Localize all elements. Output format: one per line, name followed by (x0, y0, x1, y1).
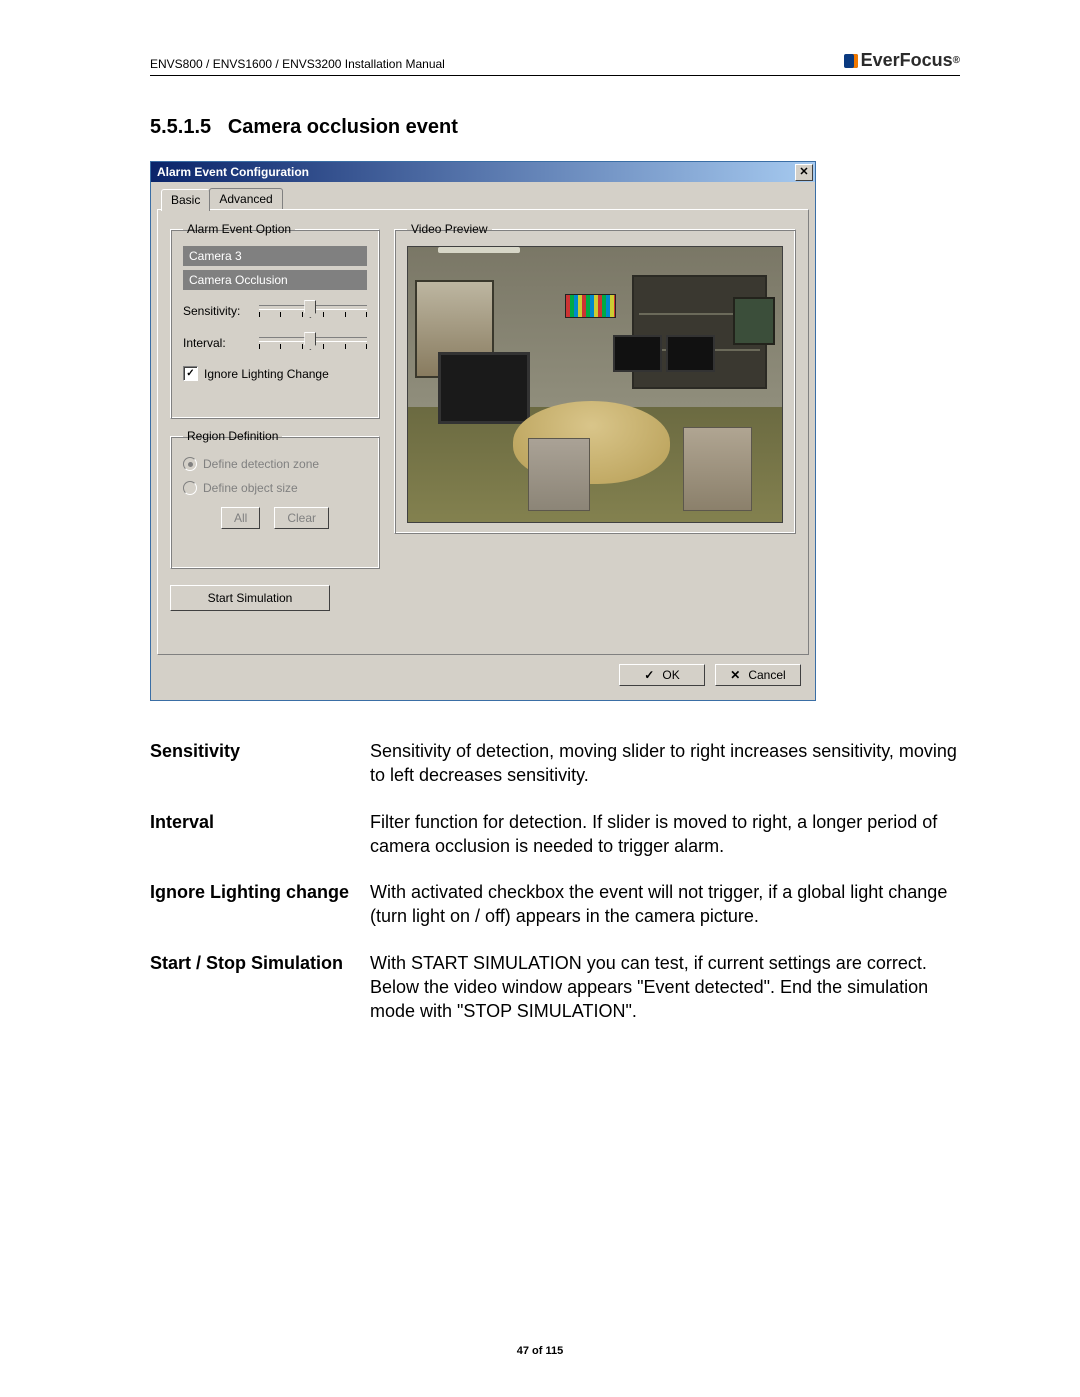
desc-row-sensitivity: Sensitivity Sensitivity of detection, mo… (150, 739, 960, 788)
brand-icon (844, 54, 858, 68)
sensitivity-slider[interactable] (259, 300, 367, 322)
camera-selector[interactable]: Camera 3 (183, 246, 367, 266)
dialog-tabstrip: Basic Advanced (161, 188, 809, 210)
dialog-footer: OK Cancel (157, 656, 809, 694)
alarm-event-dialog: Alarm Event Configuration ✕ Basic Advanc… (150, 161, 816, 701)
ignore-lighting-checkbox[interactable]: ✓ (183, 366, 198, 381)
section-title-text: Camera occlusion event (228, 116, 458, 138)
clear-button: Clear (274, 507, 329, 529)
x-icon (730, 668, 740, 682)
dialog-titlebar: Alarm Event Configuration ✕ (151, 162, 815, 182)
parameter-description-list: Sensitivity Sensitivity of detection, mo… (150, 739, 960, 1024)
cancel-label: Cancel (748, 668, 785, 682)
doc-id: ENVS800 / ENVS1600 / ENVS3200 Installati… (150, 57, 445, 71)
start-simulation-button[interactable]: Start Simulation (170, 585, 330, 611)
section-heading: 5.5.1.5 Camera occlusion event (150, 116, 960, 139)
video-preview-group: Video Preview (394, 222, 796, 534)
ok-button[interactable]: OK (619, 664, 705, 686)
detection-zone-radio (183, 457, 197, 471)
tab-panel-basic: Alarm Event Option Camera 3 Camera Occlu… (157, 209, 809, 655)
interval-label: Interval: (183, 336, 259, 350)
video-preview-image (407, 246, 783, 523)
desc-def: Sensitivity of detection, moving slider … (370, 739, 960, 788)
interval-slider[interactable] (259, 332, 367, 354)
desc-def: With activated checkbox the event will n… (370, 880, 960, 929)
start-simulation-row: Start Simulation (170, 585, 380, 611)
desc-term: Interval (150, 810, 370, 859)
detection-zone-label: Define detection zone (203, 457, 319, 471)
object-size-label: Define object size (203, 481, 298, 495)
brand-name: EverFocus (861, 50, 953, 71)
brand-logo: EverFocus® (844, 50, 960, 71)
desc-term: Ignore Lighting change (150, 880, 370, 929)
tab-advanced[interactable]: Advanced (209, 188, 282, 210)
object-size-radio (183, 481, 197, 495)
desc-term: Start / Stop Simulation (150, 951, 370, 1024)
ignore-lighting-label: Ignore Lighting Change (204, 367, 329, 381)
dialog-title: Alarm Event Configuration (157, 165, 309, 179)
desc-def: Filter function for detection. If slider… (370, 810, 960, 859)
close-icon[interactable]: ✕ (795, 164, 813, 181)
event-type-selector[interactable]: Camera Occlusion (183, 270, 367, 290)
tab-basic[interactable]: Basic (161, 189, 210, 211)
page-header: ENVS800 / ENVS1600 / ENVS3200 Installati… (150, 50, 960, 76)
ok-label: OK (662, 668, 679, 682)
alarm-event-option-legend: Alarm Event Option (183, 222, 295, 236)
region-definition-legend: Region Definition (183, 429, 282, 443)
section-number: 5.5.1.5 (150, 116, 211, 138)
desc-row-start-stop-sim: Start / Stop Simulation With START SIMUL… (150, 951, 960, 1024)
cancel-button[interactable]: Cancel (715, 664, 801, 686)
check-icon (644, 668, 654, 682)
video-preview-legend: Video Preview (407, 222, 492, 236)
region-definition-group: Region Definition Define detection zone … (170, 429, 380, 569)
desc-row-interval: Interval Filter function for detection. … (150, 810, 960, 859)
desc-def: With START SIMULATION you can test, if c… (370, 951, 960, 1024)
desc-term: Sensitivity (150, 739, 370, 788)
desc-row-ignore-lighting: Ignore Lighting change With activated ch… (150, 880, 960, 929)
sensitivity-label: Sensitivity: (183, 304, 259, 318)
alarm-event-option-group: Alarm Event Option Camera 3 Camera Occlu… (170, 222, 380, 419)
page-number: 47 of 115 (0, 1345, 1080, 1357)
all-button: All (221, 507, 260, 529)
